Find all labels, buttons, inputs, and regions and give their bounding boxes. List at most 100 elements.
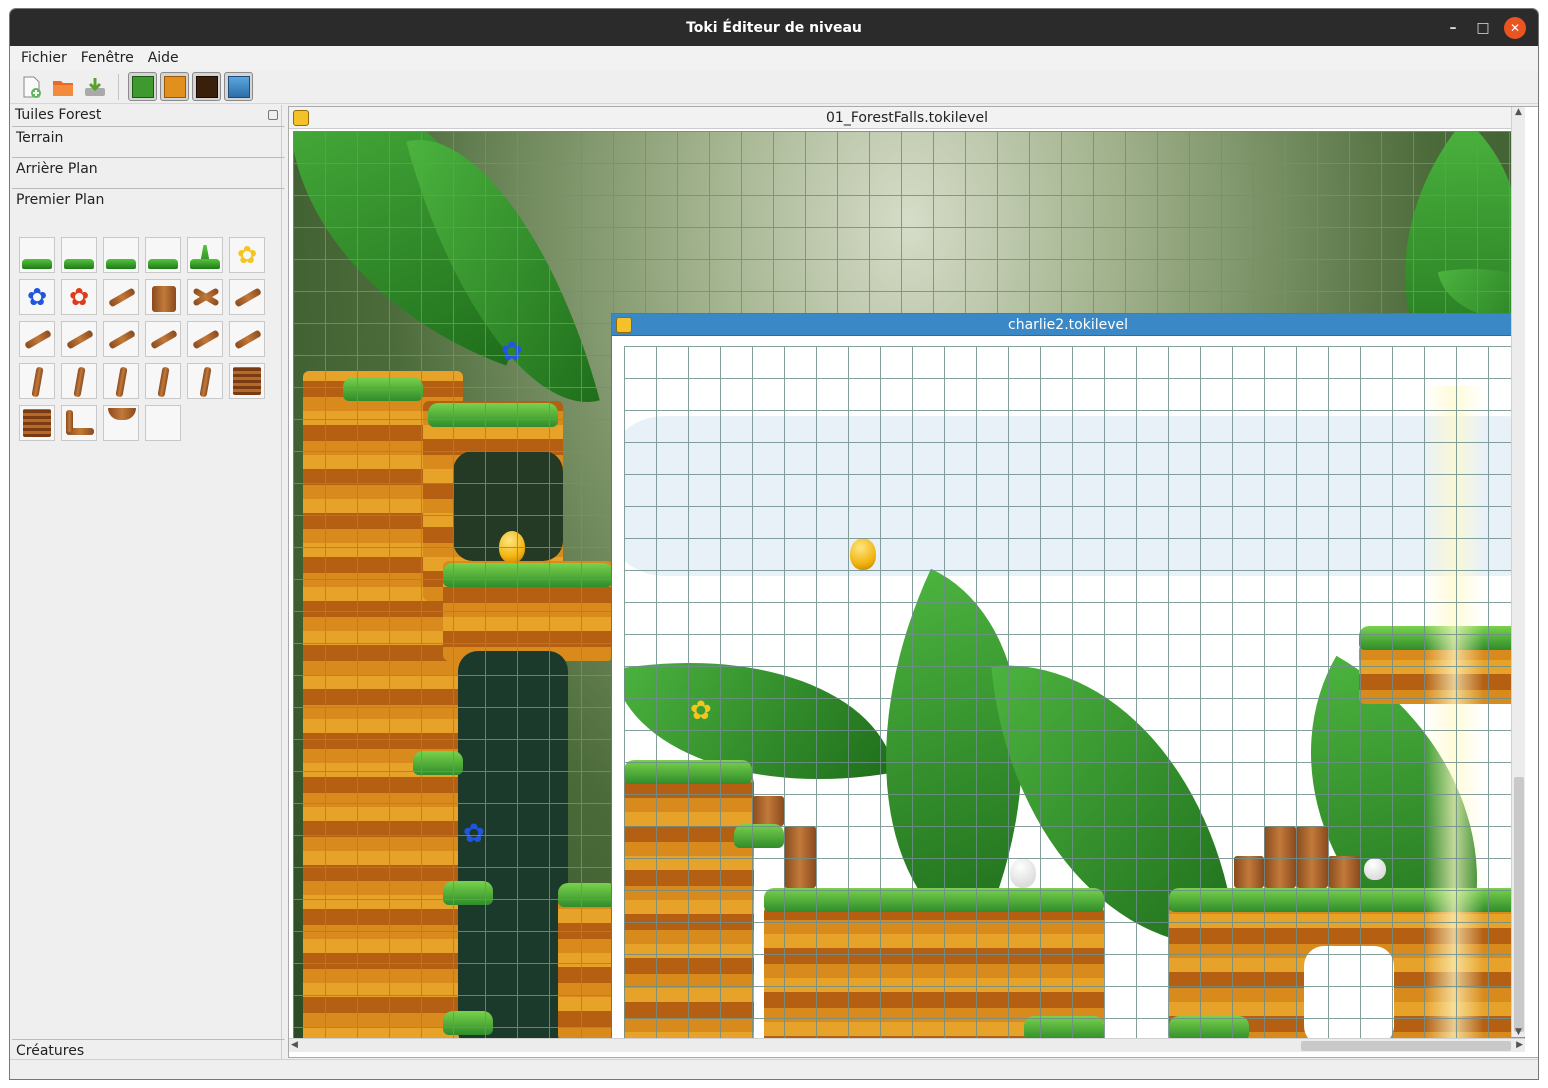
branch-tile[interactable] — [61, 321, 97, 357]
scroll-left-icon[interactable]: ◀ — [291, 1040, 298, 1050]
new-file-icon — [23, 76, 41, 98]
root-tile[interactable] — [19, 363, 55, 399]
grass-tile-graphic — [106, 259, 136, 269]
mdi-area: 01_ForestFalls.tokilevel charlie2.tokile… — [288, 106, 1538, 1058]
tiles-forest-icon — [131, 75, 154, 98]
document-title-bar: 01_ForestFalls.tokilevel — [289, 107, 1525, 129]
section-arriere-plan[interactable]: Arrière Plan — [12, 157, 280, 187]
open-button[interactable] — [48, 72, 77, 101]
blue-flower-tile-graphic: ✿ — [26, 283, 48, 311]
branch-tile-graphic — [66, 329, 94, 350]
branch-tile-graphic — [108, 287, 136, 308]
wood-block-tile[interactable] — [19, 405, 55, 441]
log-end-tile-graphic — [233, 367, 261, 395]
branch-tile-graphic — [108, 329, 136, 350]
tile-palette: ✿ ✿ ✿ — [19, 237, 265, 441]
crossed-branch-tile[interactable] — [187, 279, 223, 315]
root-tile[interactable] — [145, 363, 181, 399]
branch-tile[interactable] — [229, 321, 265, 357]
root-tile[interactable] — [103, 363, 139, 399]
blue-flower-tile[interactable]: ✿ — [19, 279, 55, 315]
main-window: Toki Éditeur de niveau – □ ✕ Fichier Fen… — [9, 8, 1539, 1080]
tileset-terrain-button[interactable] — [160, 72, 189, 101]
dock-title: Tuiles Forest — [15, 107, 102, 123]
tiles-terrain-icon — [163, 75, 186, 98]
grass-tile[interactable] — [19, 237, 55, 273]
tiles-dark-icon — [195, 75, 218, 98]
scroll-down-icon[interactable]: ▼ — [1515, 1027, 1522, 1037]
section-terrain[interactable]: Terrain — [12, 126, 280, 156]
document-title: 01_ForestFalls.tokilevel — [826, 110, 988, 126]
grass-tile-graphic — [64, 259, 94, 269]
tileset-forest-button[interactable] — [128, 72, 157, 101]
stump-tile-graphic — [152, 286, 176, 312]
menu-fenetre[interactable]: Fenêtre — [74, 50, 141, 66]
close-button[interactable]: ✕ — [1500, 9, 1530, 46]
minimize-button[interactable]: – — [1438, 9, 1468, 46]
close-icon: ✕ — [1504, 16, 1526, 39]
save-button[interactable] — [80, 72, 109, 101]
scroll-right-icon[interactable]: ▶ — [1516, 1040, 1523, 1050]
stump-tile[interactable] — [145, 279, 181, 315]
branch-tile[interactable] — [103, 321, 139, 357]
dock-float-icon[interactable] — [268, 110, 278, 120]
branch-tile-graphic — [150, 329, 178, 350]
root-tile-graphic — [31, 366, 44, 398]
horizontal-scroll-thumb[interactable] — [1301, 1041, 1511, 1051]
vertical-scrollbar[interactable]: ▲ ▼ — [1511, 107, 1525, 1037]
half-log-tile-graphic — [108, 408, 136, 420]
tall-grass-tile[interactable] — [187, 237, 223, 273]
tall-grass-tile-graphic — [190, 259, 220, 269]
grass-tile[interactable] — [61, 237, 97, 273]
branch-tile[interactable] — [145, 321, 181, 357]
root-tile-graphic — [73, 366, 86, 398]
menu-fichier[interactable]: Fichier — [14, 50, 74, 66]
root-tile[interactable] — [187, 363, 223, 399]
root-corner-tile[interactable] — [61, 405, 97, 441]
empty-tile[interactable] — [145, 405, 181, 441]
section-premier-plan[interactable]: Premier Plan — [12, 188, 280, 218]
root-tile[interactable] — [61, 363, 97, 399]
menu-aide[interactable]: Aide — [141, 50, 186, 66]
document-window-forestfalls[interactable]: 01_ForestFalls.tokilevel charlie2.tokile… — [289, 107, 1525, 1052]
scroll-up-icon[interactable]: ▲ — [1515, 107, 1522, 117]
branch-tile-graphic — [24, 329, 52, 350]
branch-tile[interactable] — [19, 321, 55, 357]
vertical-scroll-thumb[interactable] — [1514, 777, 1524, 1032]
horizontal-scrollbar[interactable]: ◀ ▶ — [289, 1038, 1525, 1052]
yellow-flower-tile[interactable]: ✿ — [229, 237, 265, 273]
branch-tile[interactable] — [229, 279, 265, 315]
branch-tile-graphic — [234, 287, 262, 308]
title-bar: Toki Éditeur de niveau – □ ✕ — [10, 9, 1538, 46]
tileset-dark-button[interactable] — [192, 72, 221, 101]
status-bar — [10, 1059, 1538, 1079]
open-folder-icon — [52, 80, 73, 96]
toki-icon — [616, 317, 632, 333]
red-flower-tile-graphic: ✿ — [68, 283, 90, 311]
branch-tile-graphic — [192, 329, 220, 350]
red-flower-tile[interactable]: ✿ — [61, 279, 97, 315]
grass-tile[interactable] — [103, 237, 139, 273]
document-window-charlie2[interactable]: charlie2.tokilevel — [611, 313, 1525, 1052]
log-end-tile[interactable] — [229, 363, 265, 399]
toki-icon — [293, 110, 309, 126]
grid-overlay — [624, 346, 1524, 1046]
level-canvas-charlie2[interactable]: ✿ — [624, 346, 1524, 1046]
root-tile-graphic — [157, 366, 170, 398]
half-log-tile[interactable] — [103, 405, 139, 441]
grass-tile-graphic — [22, 259, 52, 269]
menu-bar: Fichier Fenêtre Aide — [10, 46, 1538, 70]
branch-tile[interactable] — [187, 321, 223, 357]
root-tile-graphic — [199, 366, 212, 398]
yellow-flower-tile-graphic: ✿ — [236, 241, 258, 269]
toolbar — [10, 70, 1538, 104]
window-title: Toki Éditeur de niveau — [686, 19, 862, 36]
new-file-button[interactable] — [16, 72, 45, 101]
grass-tile[interactable] — [145, 237, 181, 273]
background-button[interactable] — [224, 72, 253, 101]
tiles-dock: Tuiles Forest Terrain Arrière Plan Premi… — [10, 105, 282, 1079]
maximize-button[interactable]: □ — [1468, 9, 1498, 46]
branch-tile-graphic — [234, 329, 262, 350]
branch-tile[interactable] — [103, 279, 139, 315]
toolbar-separator — [118, 73, 119, 100]
